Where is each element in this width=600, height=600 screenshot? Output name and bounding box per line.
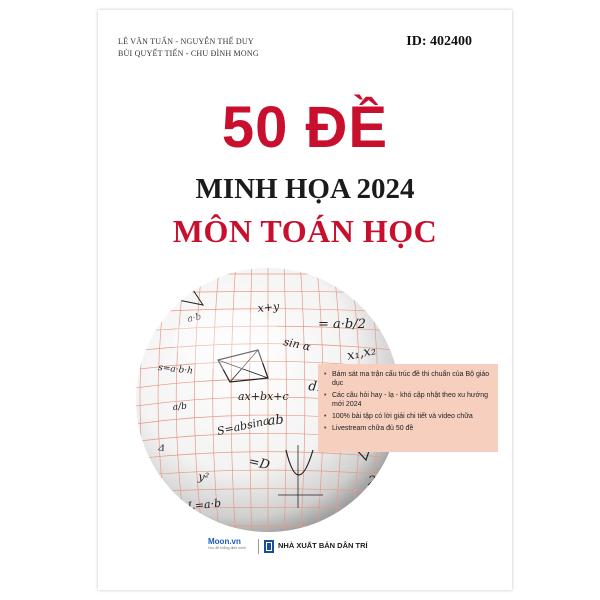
title-subject: MÔN TOÁN HỌC — [172, 213, 438, 249]
publisher-name: NHÀ XUẤT BẢN DÂN TRÍ — [278, 541, 368, 550]
sphere-formula-text: ax+bx+c — [238, 390, 289, 403]
sphere-highlight — [173, 310, 283, 370]
feature-item: • Livestream chữa đủ 50 đề — [324, 424, 490, 433]
publisher-logo-icon — [264, 540, 274, 553]
bullet-icon: • — [324, 425, 327, 432]
title-main: 50 ĐỀ — [221, 95, 389, 160]
feature-text: Các câu hỏi hay - lạ - khó cập nhật theo… — [332, 392, 488, 408]
sphere-formula-text: a/b — [172, 402, 187, 413]
authors-line-1: LÊ VĂN TUẤN - NGUYỄN THẾ DUY — [118, 37, 254, 46]
features-list: • Bám sát ma trận cấu trúc đề thi chuẩn c… — [324, 370, 490, 433]
feature-item: • Bám sát ma trận cấu trúc đề thi chuẩn c… — [324, 370, 490, 388]
bullet-icon: • — [324, 392, 327, 399]
brand-tagline: Học để khẳng định mình — [208, 546, 246, 550]
footer: Moon.vn Học để khẳng định mình NHÀ XUẤT … — [98, 537, 512, 557]
sphere-formula-text: x+y — [257, 300, 281, 315]
sphere-formula-text: = a·b/2 — [318, 317, 366, 332]
book-cover: LÊ VĂN TUẤN - NGUYỄN THẾ DUY BÙI QUYẾT T… — [98, 10, 512, 590]
authors-line-2: BÙI QUYẾT TIẾN - CHU ĐÌNH MONG — [118, 49, 259, 58]
book-id: ID: 402400 — [406, 34, 472, 49]
brand-name: Moon.vn — [208, 537, 241, 546]
footer-divider — [258, 539, 259, 554]
title-subtitle: MINH HỌA 2024 — [195, 173, 415, 205]
sphere-formula-text: y² — [197, 470, 210, 484]
feature-text: Bám sát ma trận cấu trúc đề thi chuẩn củ… — [332, 371, 490, 387]
feature-item: • Các câu hỏi hay - lạ - khó cập nhật the… — [324, 391, 490, 409]
feature-text: Livestream chữa đủ 50 đề — [332, 425, 414, 432]
feature-text: 100% bài tập có lời giải chi tiết và vid… — [332, 413, 473, 420]
bullet-icon: • — [324, 371, 327, 378]
authors-block: LÊ VĂN TUẤN - NGUYỄN THẾ DUY BÙI QUYẾT T… — [118, 36, 259, 60]
sphere-formula-text: ab — [267, 412, 285, 429]
feature-item: • 100% bài tập có lời giải chi tiết và vi… — [324, 412, 490, 421]
bullet-icon: • — [324, 413, 327, 420]
moon-logo: Moon.vn Học để khẳng định mình — [208, 537, 254, 557]
sphere-formula-text: 2 — [367, 474, 376, 489]
features-box: • Bám sát ma trận cấu trúc đề thi chuẩn c… — [318, 364, 498, 452]
